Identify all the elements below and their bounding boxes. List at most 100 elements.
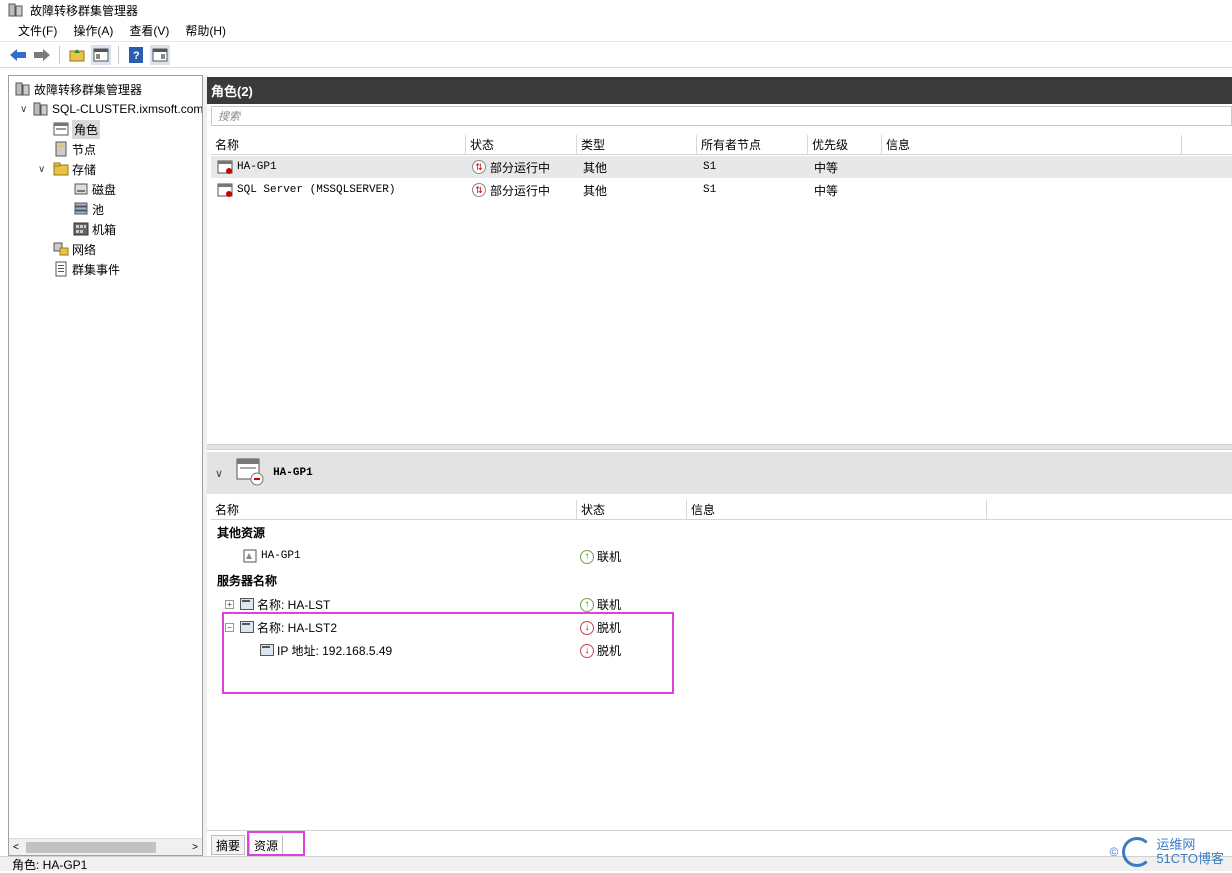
window-title: 故障转移群集管理器 <box>30 2 138 19</box>
table-row[interactable]: SQL Server (MSSQLSERVER) ⇅ 部分运行中 其他 S1 中… <box>211 179 1232 201</box>
help-icon[interactable]: ? <box>126 45 146 65</box>
tree-label: 群集事件 <box>72 261 120 278</box>
role-priority: 中等 <box>808 156 882 178</box>
status-text: 联机 <box>597 548 621 565</box>
resources-grid-header: 名称 状态 信息 <box>211 500 1232 520</box>
generic-resource-icon <box>243 549 257 563</box>
nodes-icon <box>53 141 69 157</box>
role-status-cell: ⇅ 部分运行中 <box>466 179 577 201</box>
tree-label: SQL-CLUSTER.ixmsoft.com <box>52 102 202 116</box>
resource-name: 名称: HA-LST <box>257 596 330 613</box>
tree-label: 磁盘 <box>92 181 116 198</box>
tree-item-pools[interactable]: 池 <box>73 199 104 219</box>
col-name[interactable]: 名称 <box>211 135 466 154</box>
col-owner-node[interactable]: 所有者节点 <box>697 135 808 154</box>
role-icon <box>217 183 233 197</box>
tree-item-nodes[interactable]: 节点 <box>53 139 96 159</box>
scrollbar-thumb[interactable] <box>26 842 156 853</box>
chevron-down-icon[interactable]: ∨ <box>20 104 27 115</box>
storage-folder-icon <box>53 161 69 177</box>
status-bar: 角色: HA-GP1 <box>0 856 1232 871</box>
watermark-line2: 51CTO博客 <box>1156 852 1224 866</box>
col-info[interactable]: 信息 <box>882 135 1182 154</box>
tree-item-networks[interactable]: 网络 <box>53 239 96 259</box>
roles-icon <box>53 121 69 137</box>
roles-title: 角色(2) <box>211 81 253 100</box>
navigation-tree: 故障转移群集管理器 ∨ SQL-CLUSTER.ixmsoft.com 角色 节… <box>8 75 203 856</box>
col-type[interactable]: 类型 <box>577 135 697 154</box>
detail-header: ∨ HA-GP1 <box>207 452 1232 494</box>
watermark-line1: 运维网 <box>1156 838 1224 852</box>
col-status[interactable]: 状态 <box>577 500 687 519</box>
menu-help[interactable]: 帮助(H) <box>177 20 234 41</box>
toolbar-separator <box>59 46 60 64</box>
role-icon <box>217 160 233 174</box>
menu-view[interactable]: 查看(V) <box>121 20 177 41</box>
tree-label: 存储 <box>72 161 96 178</box>
role-large-icon <box>235 457 265 490</box>
tree-item-storage[interactable]: 存储 <box>53 159 96 179</box>
chevron-down-icon[interactable]: ∨ <box>38 164 45 175</box>
tree-label: 网络 <box>72 241 96 258</box>
role-priority: 中等 <box>808 179 882 201</box>
svg-text:?: ? <box>133 50 140 62</box>
toolbar-separator <box>118 46 119 64</box>
horizontal-scrollbar[interactable]: < > <box>9 838 202 855</box>
roles-header: 角色(2) <box>207 77 1232 104</box>
role-name-cell: SQL Server (MSSQLSERVER) <box>211 179 466 201</box>
role-name-cell: HA-GP1 <box>211 156 466 178</box>
network-icon <box>53 241 69 257</box>
tree-label: 节点 <box>72 141 96 158</box>
tree-cluster[interactable]: SQL-CLUSTER.ixmsoft.com <box>33 99 202 119</box>
watermark-logo-icon <box>1122 837 1152 867</box>
cluster-manager-icon <box>8 3 24 17</box>
list-item[interactable]: HA-GP1 <box>243 546 301 566</box>
collapse-chevron-icon[interactable]: ∨ <box>215 467 223 480</box>
forward-arrow-icon[interactable] <box>32 45 52 65</box>
tree-label: 池 <box>92 201 104 218</box>
back-arrow-icon[interactable] <box>8 45 28 65</box>
annotation-highlight-box <box>247 831 305 856</box>
col-status[interactable]: 状态 <box>466 135 577 154</box>
expand-plus-icon[interactable]: + <box>225 600 234 609</box>
menu-bar: 文件(F) 操作(A) 查看(V) 帮助(H) <box>0 20 1232 42</box>
show-hide-tree-icon[interactable] <box>91 45 111 65</box>
show-hide-action-pane-icon[interactable] <box>150 45 170 65</box>
role-owner: S1 <box>697 156 808 178</box>
tree-item-cluster-events[interactable]: 群集事件 <box>53 259 120 279</box>
tree-item-roles[interactable]: 角色 <box>53 119 100 139</box>
tree-label: 角色 <box>72 120 100 139</box>
menu-file[interactable]: 文件(F) <box>10 20 65 41</box>
search-placeholder: 搜索 <box>218 108 240 124</box>
up-folder-icon[interactable] <box>67 45 87 65</box>
detail-title: HA-GP1 <box>273 467 313 479</box>
section-server-name: 服务器名称 <box>217 572 277 589</box>
event-log-icon <box>53 261 69 277</box>
col-priority[interactable]: 优先级 <box>808 135 882 154</box>
menu-action[interactable]: 操作(A) <box>65 20 121 41</box>
search-input[interactable]: 搜索 <box>211 106 1232 126</box>
resource-status: ↑ 联机 <box>580 596 621 613</box>
disk-icon <box>73 181 89 197</box>
col-info[interactable]: 信息 <box>687 500 987 519</box>
table-row[interactable]: HA-GP1 ⇅ 部分运行中 其他 S1 中等 <box>211 156 1232 178</box>
scroll-left-icon[interactable]: < <box>13 842 19 853</box>
partial-running-icon: ⇅ <box>472 183 486 197</box>
watermark: © 运维网 51CTO博客 <box>1109 837 1224 867</box>
tree-item-enclosures[interactable]: 机箱 <box>73 219 116 239</box>
resource-status: ↑ 联机 <box>580 548 621 565</box>
status-text: 角色: HA-GP1 <box>12 856 87 873</box>
list-item[interactable]: + 名称: HA-LST <box>225 594 330 614</box>
network-name-icon <box>239 597 253 611</box>
tab-summary[interactable]: 摘要 <box>211 835 245 855</box>
resource-name: HA-GP1 <box>261 550 301 562</box>
col-name[interactable]: 名称 <box>211 500 577 519</box>
pool-icon <box>73 201 89 217</box>
tree-root[interactable]: 故障转移群集管理器 <box>15 79 142 99</box>
scroll-right-icon[interactable]: > <box>192 842 198 853</box>
tree-item-disks[interactable]: 磁盘 <box>73 179 116 199</box>
partial-running-icon: ⇅ <box>472 160 486 174</box>
horizontal-splitter[interactable] <box>207 444 1232 450</box>
cluster-icon <box>33 101 49 117</box>
online-arrow-icon: ↑ <box>580 550 594 564</box>
